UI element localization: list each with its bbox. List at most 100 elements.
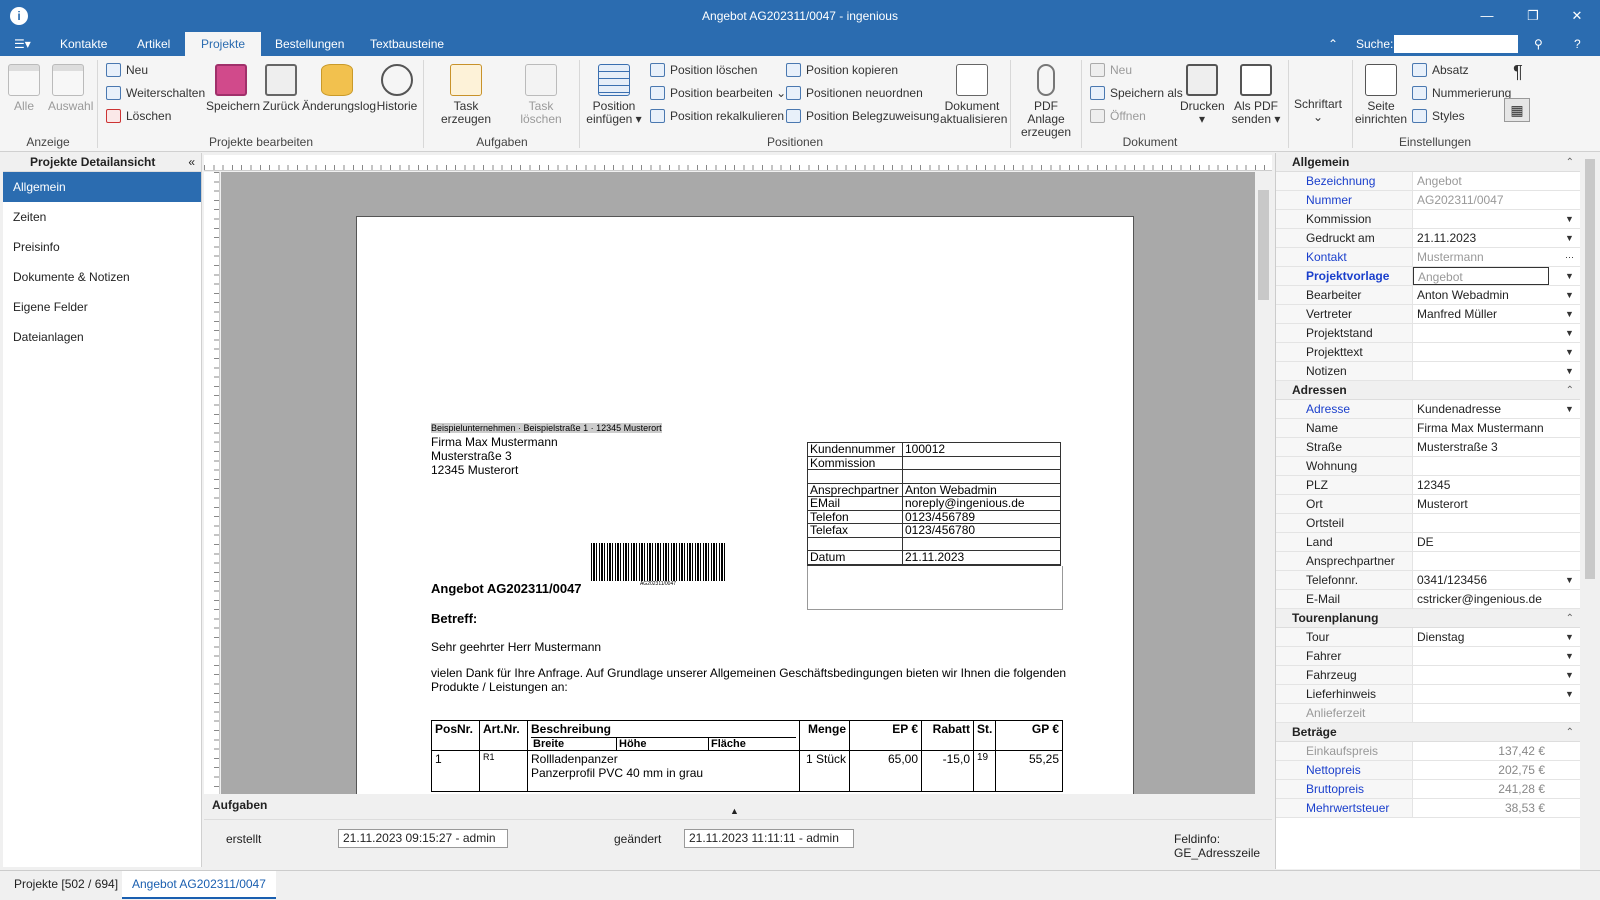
property-value[interactable] bbox=[1413, 457, 1549, 475]
property-row[interactable]: Ansprechpartner bbox=[1276, 552, 1600, 571]
property-row[interactable]: Wohnung bbox=[1276, 457, 1600, 476]
property-row[interactable]: Name Firma Max Mustermann bbox=[1276, 419, 1600, 438]
position-kopieren-button[interactable]: Position kopieren bbox=[786, 60, 898, 80]
dropdown-arrow-icon[interactable]: ▼ bbox=[1565, 571, 1574, 589]
search-input[interactable] bbox=[1394, 35, 1518, 53]
property-value[interactable]: 12345 bbox=[1413, 476, 1549, 494]
dropdown-arrow-icon[interactable]: ▼ bbox=[1565, 628, 1574, 646]
position-rekalkulieren-button[interactable]: Position rekalkulieren bbox=[650, 106, 784, 126]
property-row[interactable]: E-Mail cstricker@ingenious.de bbox=[1276, 590, 1600, 609]
property-value[interactable] bbox=[1413, 704, 1549, 722]
collapse-section-icon[interactable]: ⌃ bbox=[1566, 609, 1574, 628]
tab-projekte-list[interactable]: Projekte [502 / 694] bbox=[4, 871, 128, 899]
minimize-button[interactable]: — bbox=[1464, 0, 1510, 32]
dropdown-arrow-icon[interactable]: ▼ bbox=[1565, 267, 1574, 285]
tab-projekte[interactable]: Projekte bbox=[185, 32, 262, 56]
property-row[interactable]: Fahrer ▼ bbox=[1276, 647, 1600, 666]
section-tourenplanung[interactable]: Tourenplanung ⌃ bbox=[1276, 609, 1600, 628]
task-erzeugen-button[interactable]: Task erzeugen bbox=[430, 64, 502, 126]
dropdown-arrow-icon[interactable]: ▼ bbox=[1565, 305, 1574, 323]
property-value[interactable]: 38,53 € bbox=[1413, 799, 1549, 817]
property-row[interactable]: Lieferhinweis ▼ bbox=[1276, 685, 1600, 704]
property-value[interactable]: Musterstraße 3 bbox=[1413, 438, 1549, 456]
property-row[interactable]: Land DE bbox=[1276, 533, 1600, 552]
property-row[interactable]: Bearbeiter Anton Webadmin ▼ bbox=[1276, 286, 1600, 305]
speichern-als-button[interactable]: Speichern als bbox=[1090, 83, 1183, 103]
property-value[interactable] bbox=[1413, 514, 1549, 532]
property-value[interactable]: Firma Max Mustermann bbox=[1413, 419, 1549, 437]
property-row[interactable]: Ortsteil bbox=[1276, 514, 1600, 533]
collapse-ribbon-icon[interactable]: ⌃ bbox=[1322, 32, 1344, 56]
zurueck-button[interactable]: Zurück bbox=[261, 64, 301, 113]
property-value[interactable]: Anton Webadmin bbox=[1413, 286, 1549, 304]
dropdown-arrow-icon[interactable]: ▼ bbox=[1565, 685, 1574, 703]
property-value[interactable] bbox=[1413, 552, 1549, 570]
property-value[interactable]: Mustermann bbox=[1413, 248, 1549, 266]
scrollbar-thumb[interactable] bbox=[1258, 190, 1269, 300]
property-value[interactable]: 0341/123456 bbox=[1413, 571, 1549, 589]
pdf-anlage-button[interactable]: PDF Anlage erzeugen bbox=[1016, 64, 1076, 139]
property-value[interactable]: Kundenadresse bbox=[1413, 400, 1549, 418]
document-page[interactable]: Beispielunternehmen · Beispielstraße 1 ·… bbox=[356, 216, 1134, 794]
property-value[interactable]: 137,42 € bbox=[1413, 742, 1549, 760]
dokument-aktualisieren-button[interactable]: Dokument aktualisieren bbox=[940, 64, 1007, 126]
property-value[interactable]: 202,75 € bbox=[1413, 761, 1549, 779]
property-value[interactable]: Manfred Müller bbox=[1413, 305, 1549, 323]
weiterschalten-button[interactable]: Weiterschalten bbox=[106, 83, 205, 103]
property-row[interactable]: Kommission ▼ bbox=[1276, 210, 1600, 229]
property-value[interactable]: Musterort bbox=[1413, 495, 1549, 513]
property-value[interactable]: Angebot bbox=[1413, 267, 1549, 285]
property-value[interactable] bbox=[1413, 666, 1549, 684]
property-value[interactable] bbox=[1413, 362, 1549, 380]
property-value[interactable] bbox=[1413, 324, 1549, 342]
tab-bestellungen[interactable]: Bestellungen bbox=[259, 32, 360, 56]
property-value[interactable]: AG202311/0047 bbox=[1413, 191, 1549, 209]
property-row[interactable]: Projektvorlage Angebot ▼ bbox=[1276, 267, 1600, 286]
dropdown-arrow-icon[interactable]: ▼ bbox=[1565, 210, 1574, 228]
property-row[interactable]: Projekttext ▼ bbox=[1276, 343, 1600, 362]
nav-item-zeiten[interactable]: Zeiten bbox=[3, 202, 201, 232]
nav-item-eigene-felder[interactable]: Eigene Felder bbox=[3, 292, 201, 322]
property-row[interactable]: Notizen ▼ bbox=[1276, 362, 1600, 381]
property-row[interactable]: Einkaufspreis 137,42 € bbox=[1276, 742, 1600, 761]
property-row[interactable]: Straße Musterstraße 3 bbox=[1276, 438, 1600, 457]
section-allgemein[interactable]: Allgemein ⌃ bbox=[1276, 153, 1600, 172]
dropdown-arrow-icon[interactable]: ▼ bbox=[1565, 324, 1574, 342]
nav-item-allgemein[interactable]: Allgemein bbox=[3, 172, 201, 202]
maximize-button[interactable]: ❐ bbox=[1510, 0, 1556, 32]
position-loeschen-button[interactable]: Position löschen bbox=[650, 60, 757, 80]
property-value[interactable] bbox=[1413, 343, 1549, 361]
nav-item-dokumente-notizen[interactable]: Dokumente & Notizen bbox=[3, 262, 201, 292]
neu-button[interactable]: Neu bbox=[106, 60, 148, 80]
dropdown-arrow-icon[interactable]: ▼ bbox=[1565, 343, 1574, 361]
dokument-neu-button[interactable]: Neu bbox=[1090, 60, 1132, 80]
alle-button[interactable]: Alle bbox=[8, 64, 40, 113]
close-button[interactable]: ✕ bbox=[1554, 0, 1600, 32]
scrollbar-thumb[interactable] bbox=[1585, 159, 1595, 579]
dropdown-arrow-icon[interactable]: ▼ bbox=[1565, 666, 1574, 684]
tab-kontakte[interactable]: Kontakte bbox=[44, 32, 123, 56]
property-value[interactable] bbox=[1413, 685, 1549, 703]
document-scrollbar[interactable] bbox=[1255, 172, 1272, 794]
grid-icon[interactable]: ▦ bbox=[1504, 98, 1530, 122]
positionen-neuordnen-button[interactable]: Positionen neuordnen bbox=[786, 83, 923, 103]
table-row[interactable]: 1 R1 Rollladenpanzer Panzerprofil PVC 40… bbox=[432, 751, 1062, 791]
expand-aufgaben-icon[interactable]: ▲ bbox=[730, 806, 739, 816]
nav-item-preisinfo[interactable]: Preisinfo bbox=[3, 232, 201, 262]
speichern-button[interactable]: Speichern bbox=[206, 64, 260, 113]
property-row[interactable]: Projektstand ▼ bbox=[1276, 324, 1600, 343]
property-value[interactable]: Dienstag bbox=[1413, 628, 1549, 646]
tab-artikel[interactable]: Artikel bbox=[121, 32, 186, 56]
position-bearbeiten-button[interactable]: Position bearbeiten ⌄ bbox=[650, 83, 786, 103]
oeffnen-button[interactable]: Öffnen bbox=[1090, 106, 1146, 126]
property-value[interactable]: Angebot bbox=[1413, 172, 1549, 190]
tab-angebot-detail[interactable]: Angebot AG202311/0047 bbox=[122, 871, 276, 899]
property-row[interactable]: PLZ 12345 bbox=[1276, 476, 1600, 495]
property-row[interactable]: Tour Dienstag ▼ bbox=[1276, 628, 1600, 647]
property-value[interactable]: cstricker@ingenious.de bbox=[1413, 590, 1549, 608]
property-row[interactable]: Telefonnr. 0341/123456 ▼ bbox=[1276, 571, 1600, 590]
property-value[interactable] bbox=[1413, 647, 1549, 665]
property-row[interactable]: Anlieferzeit bbox=[1276, 704, 1600, 723]
historie-button[interactable]: Historie bbox=[376, 64, 418, 113]
loeschen-button[interactable]: Löschen bbox=[106, 106, 171, 126]
